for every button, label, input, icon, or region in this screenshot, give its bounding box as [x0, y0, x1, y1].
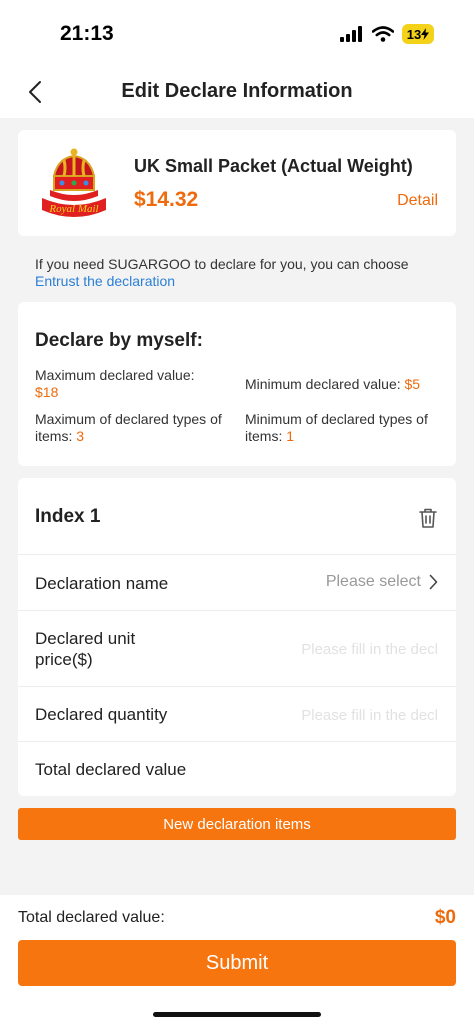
home-indicator: [153, 1012, 321, 1017]
quantity-row: Declared quantity: [18, 687, 456, 742]
footer-total-value: $0: [434, 907, 456, 928]
min-types-label: Minimum of declared types of items:: [245, 411, 428, 444]
declaration-name-placeholder: Please select: [325, 573, 421, 590]
total-value-row: Total declared value: [18, 742, 456, 796]
unit-price-row: Declared unit price($): [18, 611, 456, 687]
quantity-label: Declared quantity: [35, 705, 168, 724]
unit-price-input[interactable]: [268, 637, 438, 661]
charging-bolt-icon: [421, 28, 430, 40]
status-time: 21:13: [60, 22, 114, 45]
logo-text: Royal Mail: [48, 203, 98, 215]
submit-button[interactable]: Submit: [18, 940, 456, 986]
declaration-item-title: Index 1: [35, 506, 101, 527]
max-declared-value: Maximum declared value: $18: [35, 367, 235, 401]
max-types-label: Maximum of declared types of items:: [35, 411, 222, 444]
entrust-declaration-link[interactable]: Entrust the declaration: [35, 273, 175, 290]
new-declaration-items-button[interactable]: New declaration items: [18, 808, 456, 840]
max-value: $18: [35, 384, 59, 400]
page-title: Edit Declare Information: [121, 80, 353, 102]
main-content: Royal Mail UK Small Packet (Actual Weigh…: [0, 118, 474, 895]
footer-total-label: Total declared value:: [18, 909, 165, 926]
declaration-name-row[interactable]: Declaration name Please select: [18, 555, 456, 611]
entrust-info-text: If you need SUGARGOO to declare for you,…: [35, 256, 409, 272]
status-bar: 21:13 13: [0, 0, 474, 66]
nav-bar: Edit Declare Information: [0, 66, 474, 118]
declare-title: Declare by myself:: [35, 330, 203, 351]
unit-price-label: Declared unit price($): [35, 629, 136, 669]
min-value-label: Minimum declared value:: [245, 376, 401, 392]
min-declared-value: Minimum declared value: $5: [245, 376, 450, 393]
battery-indicator: 13: [402, 24, 434, 44]
declaration-item-header: Index 1: [18, 478, 456, 555]
max-declared-types: Maximum of declared types of items: 3: [35, 411, 235, 445]
chevron-right-icon: [429, 574, 438, 590]
shipping-method-name: UK Small Packet (Actual Weight): [134, 156, 413, 176]
max-types: 3: [76, 428, 85, 444]
status-icons: 13: [340, 24, 434, 44]
detail-link[interactable]: Detail: [397, 192, 438, 210]
battery-level: 13: [406, 26, 422, 42]
min-value: $5: [404, 376, 421, 392]
footer: Total declared value: $0 Submit: [0, 895, 474, 1027]
min-declared-types: Minimum of declared types of items: 1: [245, 411, 445, 445]
declaration-name-label: Declaration name: [35, 574, 169, 593]
wifi-icon: [372, 26, 394, 42]
royal-mail-logo: Royal Mail: [39, 147, 109, 217]
quantity-input[interactable]: [268, 703, 438, 727]
total-value-label: Total declared value: [35, 760, 187, 779]
signal-icon: [340, 26, 362, 42]
shipping-method-card: Royal Mail UK Small Packet (Actual Weigh…: [18, 130, 456, 236]
declaration-name-select[interactable]: Please select: [326, 573, 438, 591]
max-value-label: Maximum declared value:: [35, 367, 195, 383]
declare-limits-card: Declare by myself: Maximum declared valu…: [18, 302, 456, 466]
trash-icon[interactable]: [418, 507, 438, 529]
declaration-item-card: Index 1 Declaration name Please select D…: [18, 478, 456, 796]
min-types: 1: [286, 428, 295, 444]
shipping-price: $14.32: [134, 188, 199, 211]
